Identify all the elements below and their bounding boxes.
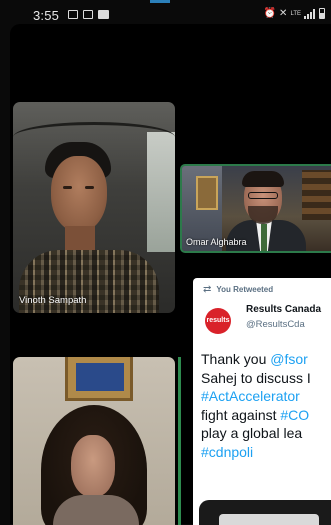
- signal-icon: [304, 8, 316, 19]
- video-icon: [98, 10, 109, 19]
- participant-name: Vinoth Sampath: [19, 295, 87, 306]
- alarm-icon: ⏰: [263, 8, 277, 19]
- participant-eye: [63, 186, 72, 189]
- app-accent: [150, 0, 170, 3]
- tweet-line: #cdnpoli: [201, 443, 331, 462]
- hashtag-link[interactable]: #CO: [280, 407, 309, 423]
- hashtag-link[interactable]: #cdnpoli: [201, 444, 253, 460]
- retweet-label: You Retweeted: [216, 285, 274, 294]
- participant-tile-omar[interactable]: Omar Alghabra: [180, 164, 331, 253]
- participant-neck: [65, 226, 95, 252]
- participant-body: [53, 495, 139, 525]
- tweet-author-name[interactable]: Results Canada: [246, 304, 321, 315]
- participant-eye: [85, 186, 94, 189]
- tweet-line: play a global lea: [201, 425, 303, 441]
- tweet-media[interactable]: [199, 500, 331, 525]
- status-bar: 3:55 ⏰ ✕ LTE: [0, 0, 331, 26]
- tweet-line: Sahej to discuss I: [201, 369, 311, 386]
- lte-icon: LTE: [290, 10, 301, 17]
- wall-picture: [196, 176, 218, 210]
- participant-face: [51, 156, 107, 232]
- participant-glasses: [248, 192, 278, 199]
- tweet-body: Thank you @fsor Sahej to discuss I #ActA…: [201, 350, 331, 461]
- tweet-line: Thank you @fsor: [201, 351, 308, 367]
- author-avatar[interactable]: results: [205, 308, 231, 334]
- retweet-icon: ⇄: [203, 284, 212, 295]
- battery-icon: [319, 8, 325, 19]
- participant-name: Omar Alghabra: [186, 237, 247, 247]
- participant-tile-vinoth[interactable]: Vinoth Sampath: [13, 102, 175, 313]
- active-speaker-border: [178, 357, 181, 525]
- wall-picture: [65, 357, 133, 401]
- participant-hair: [242, 171, 284, 187]
- status-time: 3:55: [33, 8, 60, 23]
- hashtag-link[interactable]: #ActAccelerator: [201, 388, 300, 404]
- bookshelf: [302, 170, 331, 220]
- gallery-icon: [68, 10, 78, 19]
- cast-icon: [83, 10, 93, 19]
- participant-tile-third[interactable]: [13, 357, 175, 525]
- tweet-line: #ActAccelerator: [201, 387, 331, 406]
- tweet-line: fight against #CO: [201, 406, 310, 423]
- shared-tweet-card[interactable]: ⇄ You Retweeted results Results Canada @…: [193, 278, 331, 525]
- retweet-header: ⇄ You Retweeted: [203, 284, 273, 295]
- tweet-author-handle[interactable]: @ResultsCda: [246, 319, 305, 330]
- mute-icon: ✕: [279, 8, 288, 19]
- participant-tie: [261, 224, 267, 251]
- participant-face: [71, 435, 115, 497]
- mention-link[interactable]: @fsor: [270, 351, 308, 367]
- status-right-icons: ⏰ ✕ LTE: [264, 8, 325, 19]
- author-logo-text: results: [206, 317, 230, 324]
